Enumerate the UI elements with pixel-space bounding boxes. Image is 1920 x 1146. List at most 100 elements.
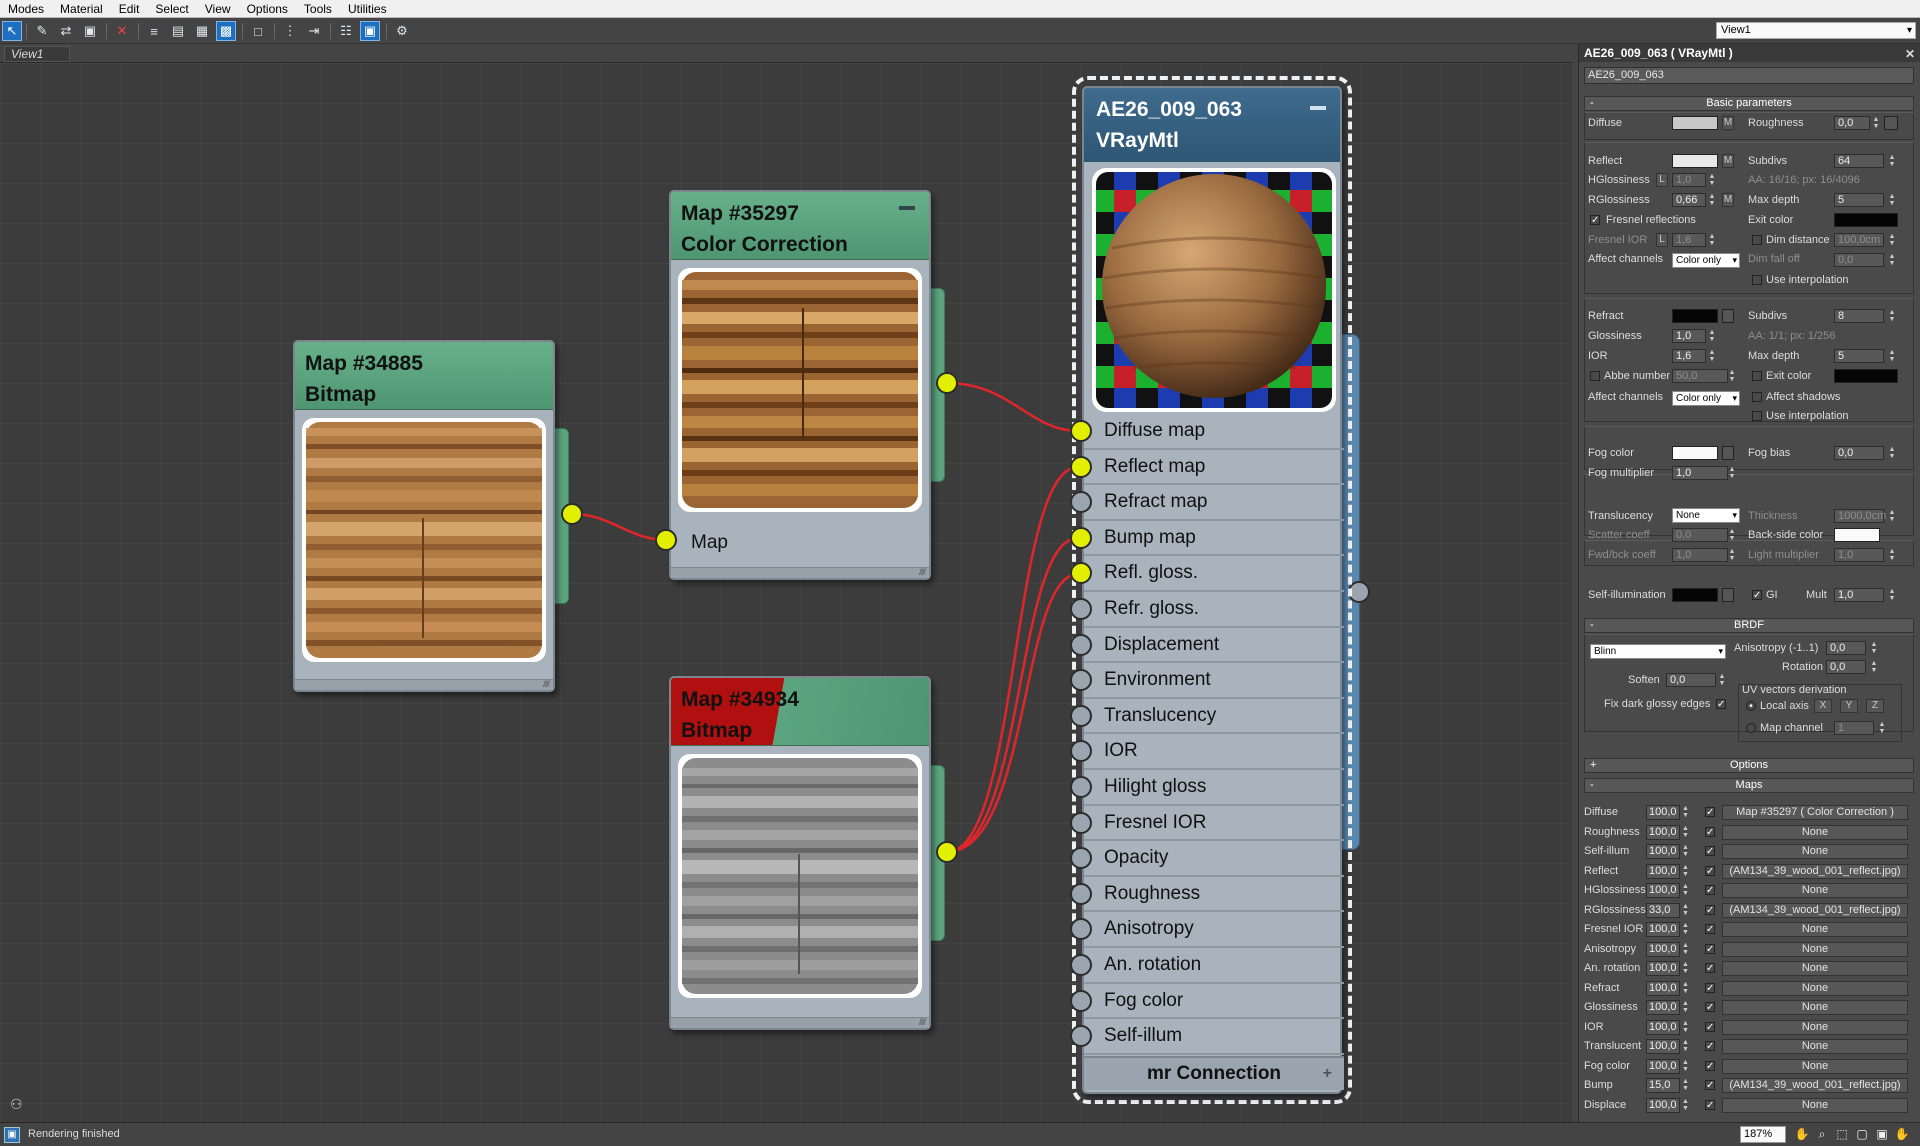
- rollout-options[interactable]: + Options: [1584, 758, 1914, 773]
- mult-field[interactable]: 1,0: [1834, 588, 1884, 602]
- use-interpolation2-checkbox[interactable]: [1752, 411, 1762, 421]
- map-row-amount[interactable]: 100,0: [1646, 883, 1680, 898]
- map-row-amount[interactable]: 100,0: [1646, 1039, 1680, 1054]
- spinner-icon[interactable]: ▲ ▼: [1708, 233, 1716, 247]
- exit-color2-swatch[interactable]: [1834, 369, 1898, 383]
- light-multiplier-field[interactable]: 1,0: [1834, 548, 1884, 562]
- spinner-icon[interactable]: ▲ ▼: [1682, 922, 1690, 937]
- backside-color-swatch[interactable]: [1834, 528, 1880, 542]
- map-row-enabled-checkbox[interactable]: ✓: [1705, 1099, 1715, 1110]
- map-row-enabled-checkbox[interactable]: ✓: [1705, 943, 1715, 954]
- spinner-icon[interactable]: ▲ ▼: [1682, 1039, 1690, 1054]
- spinner-icon[interactable]: ▲ ▼: [1682, 903, 1690, 918]
- zoom-icon[interactable]: ⌕: [1814, 1126, 1830, 1143]
- map-row-enabled-checkbox[interactable]: ✓: [1705, 826, 1715, 837]
- vray-slot-input-port[interactable]: [1070, 420, 1092, 442]
- vray-slot-row[interactable]: Displacement: [1084, 628, 1344, 664]
- map-row-amount[interactable]: 100,0: [1646, 844, 1680, 859]
- vray-slot-row[interactable]: Fog color: [1084, 984, 1344, 1020]
- layout-children-icon[interactable]: ⋮: [280, 21, 300, 41]
- node-bitmap-34934[interactable]: Map #34934 Bitmap ////: [669, 676, 931, 1030]
- map-row-slot-button[interactable]: None: [1722, 941, 1908, 957]
- lay-out-all-icon[interactable]: ⇥: [304, 21, 324, 41]
- expand-plus-icon[interactable]: +: [1323, 1058, 1332, 1090]
- map-channel-field[interactable]: 1: [1834, 721, 1874, 735]
- ior-field[interactable]: 1,6: [1672, 349, 1706, 363]
- vray-slot-input-port[interactable]: [1070, 704, 1092, 727]
- resize-grip-icon[interactable]: ////: [919, 1017, 926, 1027]
- pan-hand-icon[interactable]: ✋: [1794, 1126, 1810, 1143]
- map-row-slot-button[interactable]: None: [1722, 1097, 1908, 1113]
- vray-slot-row[interactable]: Diffuse map: [1084, 414, 1344, 450]
- resize-grip-icon[interactable]: ////: [543, 679, 550, 689]
- map-row-enabled-checkbox[interactable]: ✓: [1705, 807, 1715, 818]
- vray-slot-input-port[interactable]: [1070, 954, 1092, 976]
- zoom-region-icon[interactable]: ⬚: [1834, 1126, 1850, 1143]
- node-color-correction-35297[interactable]: Map #35297 Color Correction Map ////: [669, 190, 931, 580]
- zoom-extents-icon[interactable]: ▢: [1854, 1126, 1870, 1143]
- vray-slot-row[interactable]: Roughness: [1084, 877, 1344, 913]
- spinner-icon[interactable]: ▲ ▼: [1682, 1098, 1690, 1113]
- map-row-slot-button[interactable]: (AM134_39_wood_001_reflect.jpg): [1722, 902, 1908, 918]
- spinner-icon[interactable]: ▲ ▼: [1888, 154, 1896, 168]
- glossiness-field[interactable]: 1,0: [1672, 329, 1706, 343]
- axis-z-button[interactable]: Z: [1866, 699, 1884, 713]
- map-row-slot-button[interactable]: None: [1722, 980, 1908, 996]
- local-axis-radio[interactable]: •: [1746, 701, 1756, 712]
- spinner-icon[interactable]: ▲ ▼: [1888, 588, 1896, 602]
- map-row-slot-button[interactable]: None: [1722, 922, 1908, 937]
- vray-slot-input-port[interactable]: [1070, 526, 1092, 549]
- zoom-select[interactable]: 187%: [1740, 1126, 1786, 1143]
- spinner-icon[interactable]: ▲ ▼: [1728, 466, 1736, 480]
- rollout-maps[interactable]: - Maps: [1584, 778, 1914, 793]
- vray-slot-row[interactable]: Reflect map: [1084, 450, 1344, 486]
- vray-slot-row[interactable]: Self-illum: [1084, 1019, 1344, 1055]
- view-select[interactable]: View1 ▾: [1716, 22, 1916, 39]
- map-row-slot-button[interactable]: (AM134_39_wood_001_reflect.jpg): [1722, 1078, 1908, 1093]
- layout-icon[interactable]: □: [248, 21, 268, 41]
- menu-utilities[interactable]: Utilities: [340, 0, 395, 18]
- menu-edit[interactable]: Edit: [111, 0, 148, 18]
- rglossiness-map-button[interactable]: M: [1722, 193, 1734, 207]
- menu-tools[interactable]: Tools: [296, 0, 340, 18]
- vray-slot-input-port[interactable]: [1070, 776, 1092, 798]
- map-row-amount[interactable]: 100,0: [1646, 961, 1680, 976]
- fog-bias-field[interactable]: 0,0: [1834, 446, 1884, 460]
- spinner-icon[interactable]: ▲ ▼: [1682, 1078, 1690, 1093]
- show-map-icon[interactable]: ▩: [216, 21, 236, 41]
- fresnel-ior-lock-button[interactable]: L: [1656, 233, 1668, 247]
- map-row-slot-button[interactable]: None: [1722, 844, 1908, 859]
- spinner-icon[interactable]: ▲ ▼: [1682, 942, 1690, 957]
- map-row-enabled-checkbox[interactable]: ✓: [1705, 982, 1715, 993]
- self-illum-map-button[interactable]: [1722, 588, 1734, 602]
- gi-checkbox[interactable]: ✓: [1752, 590, 1762, 601]
- map-row-amount[interactable]: 100,0: [1646, 863, 1680, 879]
- binoculars-icon[interactable]: ⚇: [10, 1096, 23, 1113]
- map-row-enabled-checkbox[interactable]: ✓: [1705, 1080, 1715, 1091]
- roughness-field[interactable]: 0,0: [1834, 116, 1870, 130]
- fwdbck-field[interactable]: 1,0: [1672, 548, 1728, 562]
- rglossiness-field[interactable]: 0,66: [1672, 193, 1706, 207]
- map-row-slot-button[interactable]: None: [1722, 1000, 1908, 1015]
- subdivs-field[interactable]: 64: [1834, 154, 1884, 168]
- anisotropy-field[interactable]: 0,0: [1826, 641, 1866, 655]
- map-row-slot-button[interactable]: Map #35297 ( Color Correction ): [1722, 805, 1908, 820]
- delete-icon[interactable]: ✕: [112, 21, 132, 41]
- spinner-icon[interactable]: ▲ ▼: [1682, 1000, 1690, 1015]
- exit-color-swatch[interactable]: [1834, 213, 1898, 227]
- vray-slot-row[interactable]: Refl. gloss.: [1084, 556, 1344, 592]
- spinner-icon[interactable]: ▲ ▼: [1872, 116, 1880, 130]
- vray-slot-input-port[interactable]: [1070, 633, 1092, 656]
- brdf-type-select[interactable]: Blinn ▾: [1590, 644, 1726, 659]
- fix-dark-edges-checkbox[interactable]: ✓: [1716, 699, 1726, 710]
- options-gear-icon[interactable]: ⚙: [392, 21, 412, 41]
- spinner-icon[interactable]: ▲ ▼: [1682, 864, 1690, 879]
- hglossiness-field[interactable]: 1,0: [1672, 173, 1706, 187]
- map-row-slot-button[interactable]: None: [1722, 1019, 1908, 1035]
- collapse-icon[interactable]: [1310, 106, 1326, 110]
- abbe-field[interactable]: 50,0: [1672, 369, 1728, 383]
- spinner-icon[interactable]: ▲ ▼: [1682, 844, 1690, 859]
- map-row-enabled-checkbox[interactable]: ✓: [1705, 904, 1715, 915]
- spinner-icon[interactable]: ▲ ▼: [1682, 981, 1690, 996]
- map-row-slot-button[interactable]: None: [1722, 1039, 1908, 1054]
